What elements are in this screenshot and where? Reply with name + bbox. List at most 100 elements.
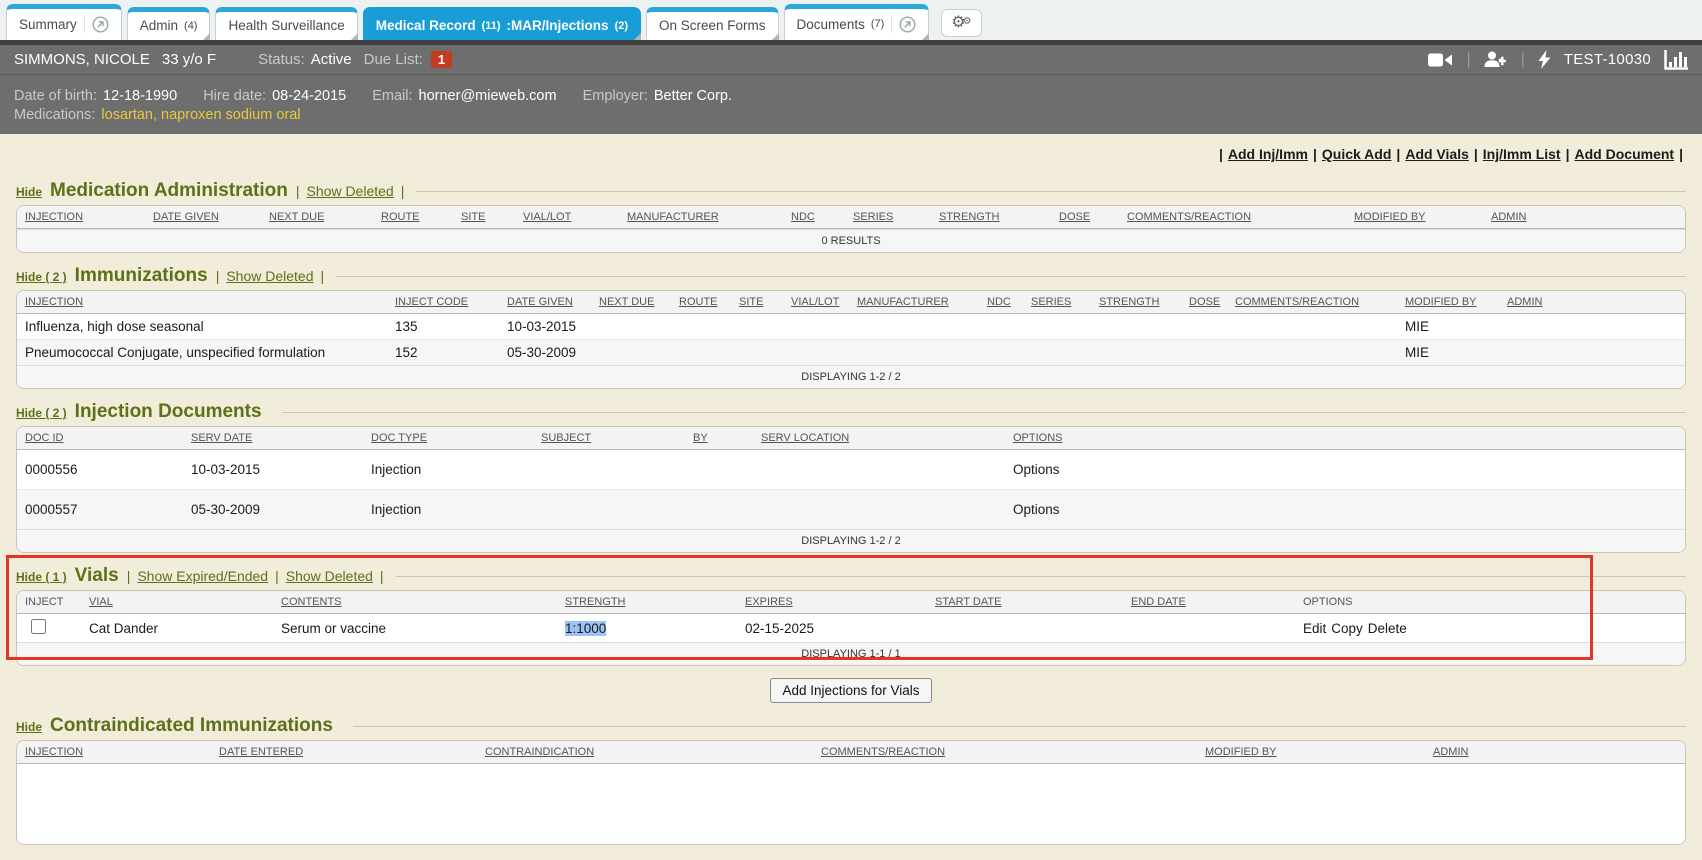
table-cell: Serum or vaccine xyxy=(273,614,557,642)
edit-link[interactable]: Edit xyxy=(1303,621,1326,636)
column-header-admin[interactable]: ADMIN xyxy=(1491,211,1526,223)
column-header-dose[interactable]: DOSE xyxy=(1189,296,1220,308)
column-header-route[interactable]: ROUTE xyxy=(679,296,718,308)
tab-on-screen-forms[interactable]: On Screen Forms xyxy=(646,7,779,40)
section-title: Medication Administration xyxy=(50,180,288,202)
row-select-checkbox[interactable] xyxy=(31,619,46,634)
lightning-bolt-icon[interactable] xyxy=(1538,50,1551,69)
immunizations-table: INJECTION INJECT CODE DATE GIVEN NEXT DUE RO… xyxy=(17,291,1685,388)
column-header-modified-by[interactable]: MODIFIED BY xyxy=(1405,296,1477,308)
column-header-by[interactable]: BY xyxy=(693,432,708,444)
copy-link[interactable]: Copy xyxy=(1331,621,1363,636)
open-in-new-icon xyxy=(899,16,916,33)
column-header-vial-lot[interactable]: VIAL/LOT xyxy=(523,211,571,223)
table-cell: 152 xyxy=(387,339,499,365)
column-header-manufacturer[interactable]: MANUFACTURER xyxy=(857,296,949,308)
delete-link[interactable]: Delete xyxy=(1368,621,1407,636)
tab-documents[interactable]: Documents (7) xyxy=(784,4,930,40)
add-inj-imm-link[interactable]: Add Inj/Imm xyxy=(1228,146,1308,162)
video-camera-icon[interactable] xyxy=(1428,52,1453,68)
vials-table: INJECT VIAL CONTENTS STRENGTH EXPIRES START D… xyxy=(17,591,1685,665)
column-header-site[interactable]: SITE xyxy=(461,211,485,223)
column-header-vial-lot[interactable]: VIAL/LOT xyxy=(791,296,839,308)
column-header-date-entered[interactable]: DATE ENTERED xyxy=(219,746,303,758)
column-header-subject[interactable]: SUBJECT xyxy=(541,432,591,444)
tab-health-surveillance[interactable]: Health Surveillance xyxy=(215,7,357,40)
hide-link[interactable]: Hide xyxy=(16,720,42,734)
tab-summary[interactable]: Summary xyxy=(6,4,122,40)
hide-link[interactable]: Hide xyxy=(16,185,42,199)
column-header-comments-reaction[interactable]: COMMENTS/REACTION xyxy=(821,746,945,758)
person-add-icon[interactable] xyxy=(1484,51,1508,68)
tab-medical-record[interactable]: Medical Record (11):MAR/Injections (2) xyxy=(363,7,641,40)
add-vials-link[interactable]: Add Vials xyxy=(1405,146,1469,162)
main-content: |Add Inj/Imm|Quick Add|Add Vials|Inj/Imm… xyxy=(0,134,1702,860)
medications-links[interactable]: losartan, naproxen sodium oral xyxy=(101,107,300,123)
add-document-link[interactable]: Add Document xyxy=(1575,146,1675,162)
column-header-series[interactable]: SERIES xyxy=(853,211,893,223)
column-header-dose[interactable]: DOSE xyxy=(1059,211,1090,223)
medication-administration-table: INJECTION DATE GIVEN NEXT DUE ROUTE SITE VIAL… xyxy=(17,206,1685,252)
hide-link[interactable]: Hide ( 2 ) xyxy=(16,270,67,284)
column-header-series[interactable]: SERIES xyxy=(1031,296,1071,308)
column-header-contraindication[interactable]: CONTRAINDICATION xyxy=(485,746,594,758)
column-header-route[interactable]: ROUTE xyxy=(381,211,420,223)
column-header-doc-type[interactable]: DOC TYPE xyxy=(371,432,427,444)
column-header-modified-by[interactable]: MODIFIED BY xyxy=(1354,211,1426,223)
hide-link[interactable]: Hide ( 2 ) xyxy=(16,406,67,420)
table-cell: 0000557 xyxy=(17,489,183,529)
show-deleted-link[interactable]: Show Deleted xyxy=(286,568,373,584)
column-header-comments-reaction[interactable]: COMMENTS/REACTION xyxy=(1235,296,1359,308)
column-header-manufacturer[interactable]: MANUFACTURER xyxy=(627,211,719,223)
inj-imm-list-link[interactable]: Inj/Imm List xyxy=(1483,146,1561,162)
status-value: Active xyxy=(311,51,352,68)
column-header-strength[interactable]: STRENGTH xyxy=(565,596,626,608)
bar-chart-icon[interactable] xyxy=(1664,50,1688,70)
tab-admin[interactable]: Admin (4) xyxy=(127,7,211,40)
column-header-strength[interactable]: STRENGTH xyxy=(1099,296,1160,308)
table-cell: 10-03-2015 xyxy=(499,314,591,339)
column-header-injection[interactable]: INJECTION xyxy=(25,296,83,308)
column-header-next-due[interactable]: NEXT DUE xyxy=(599,296,654,308)
column-header-ndc[interactable]: NDC xyxy=(987,296,1011,308)
column-header-expires[interactable]: EXPIRES xyxy=(745,596,793,608)
column-header-modified-by[interactable]: MODIFIED BY xyxy=(1205,746,1277,758)
column-header-admin[interactable]: ADMIN xyxy=(1433,746,1468,758)
column-header-serv-location[interactable]: SERV LOCATION xyxy=(761,432,849,444)
show-deleted-link[interactable]: Show Deleted xyxy=(307,183,394,199)
column-header-site[interactable]: SITE xyxy=(739,296,763,308)
column-header-injection[interactable]: INJECTION xyxy=(25,211,83,223)
column-header-inject-code[interactable]: INJECT CODE xyxy=(395,296,468,308)
hide-link[interactable]: Hide ( 1 ) xyxy=(16,570,67,584)
column-header-injection[interactable]: INJECTION xyxy=(25,746,83,758)
settings-gears-icon[interactable]: ⚙⚙ xyxy=(941,9,981,37)
column-header-doc-id[interactable]: DOC ID xyxy=(25,432,64,444)
action-links: |Add Inj/Imm|Quick Add|Add Vials|Inj/Imm… xyxy=(18,146,1684,162)
show-deleted-link[interactable]: Show Deleted xyxy=(226,268,313,284)
column-header-end-date[interactable]: END DATE xyxy=(1131,596,1186,608)
column-header-vial[interactable]: VIAL xyxy=(89,596,113,608)
column-header-comments-reaction[interactable]: COMMENTS/REACTION xyxy=(1127,211,1251,223)
column-header-admin[interactable]: ADMIN xyxy=(1507,296,1542,308)
options-link[interactable]: Options xyxy=(1013,462,1060,477)
column-header-contents[interactable]: CONTENTS xyxy=(281,596,342,608)
section-links: |Show Expired/Ended|Show Deleted| xyxy=(127,568,384,584)
open-in-new-icon xyxy=(92,16,109,33)
column-header-next-due[interactable]: NEXT DUE xyxy=(269,211,324,223)
column-header-inject: INJECT xyxy=(25,596,64,608)
add-injections-for-vials-button[interactable]: Add Injections for Vials xyxy=(770,678,931,703)
column-header-serv-date[interactable]: SERV DATE xyxy=(191,432,252,444)
show-expired-ended-link[interactable]: Show Expired/Ended xyxy=(137,568,268,584)
email-value: horner@mieweb.com xyxy=(419,88,557,104)
due-list-badge[interactable]: 1 xyxy=(431,51,452,68)
column-header-start-date[interactable]: START DATE xyxy=(935,596,1001,608)
column-header-strength[interactable]: STRENGTH xyxy=(939,211,1000,223)
column-header-options[interactable]: OPTIONS xyxy=(1013,432,1063,444)
column-header-ndc[interactable]: NDC xyxy=(791,211,815,223)
column-header-date-given[interactable]: DATE GIVEN xyxy=(153,211,219,223)
separator: | xyxy=(321,268,325,284)
options-link[interactable]: Options xyxy=(1013,502,1060,517)
column-header-date-given[interactable]: DATE GIVEN xyxy=(507,296,573,308)
quick-add-link[interactable]: Quick Add xyxy=(1322,146,1392,162)
hire-date-value: 08-24-2015 xyxy=(272,88,346,104)
